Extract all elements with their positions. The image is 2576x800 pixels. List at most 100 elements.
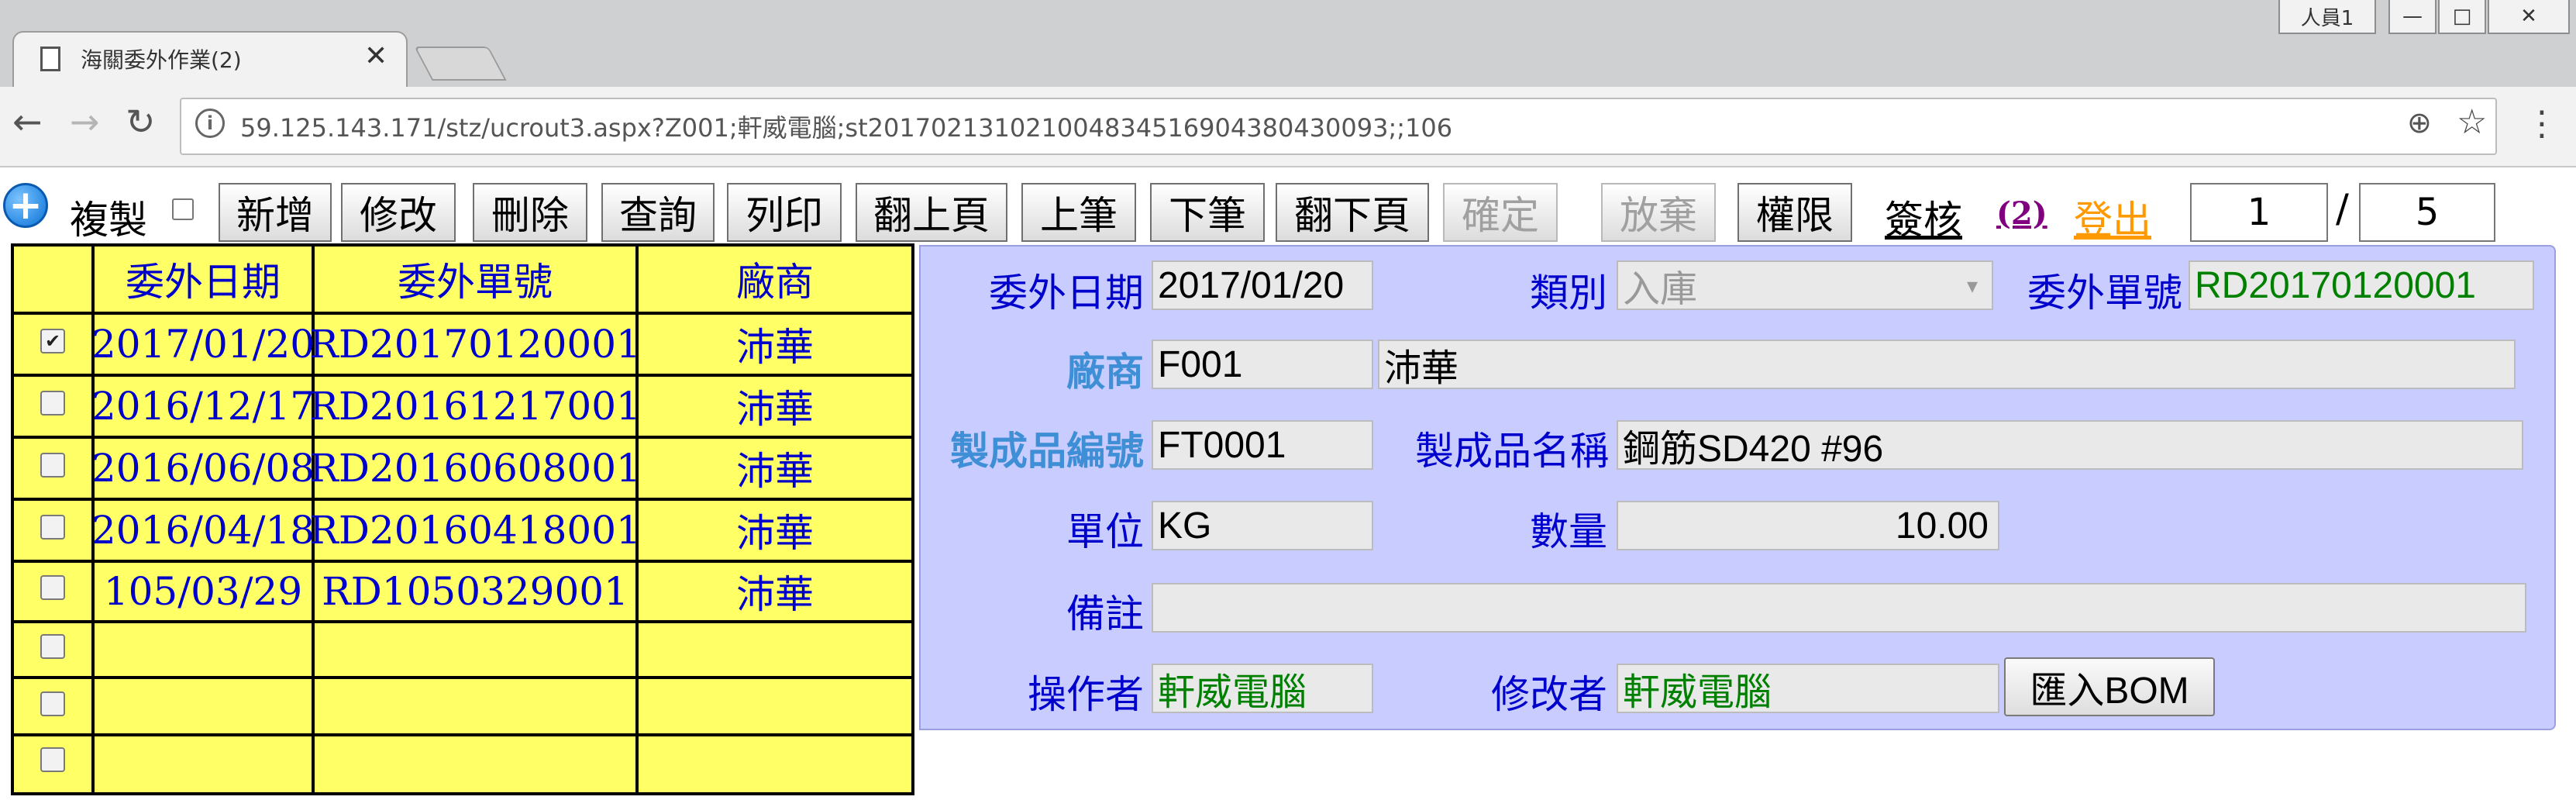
row-checkbox[interactable]	[40, 391, 65, 416]
row-checkbox[interactable]	[40, 453, 65, 478]
row-date[interactable]	[95, 679, 312, 733]
row-number[interactable]	[315, 736, 635, 792]
header-number[interactable]: 委外單號	[315, 247, 635, 312]
bookmark-star-icon[interactable]: ☆	[2457, 102, 2487, 142]
vendor-name-field[interactable]: 沛華	[1378, 340, 2516, 389]
row-vendor[interactable]: 沛華	[639, 501, 911, 560]
product-name-label: 製成品名稱	[1415, 429, 1609, 474]
date-label: 委外日期	[989, 271, 1144, 316]
minimize-button[interactable]: —	[2388, 0, 2437, 34]
type-label: 類別	[1530, 271, 1607, 316]
current-page-input[interactable]: 1	[2190, 183, 2328, 242]
detail-form-panel	[919, 245, 2556, 730]
tab-close-icon[interactable]: ✕	[364, 40, 387, 72]
print-button[interactable]: 列印	[727, 183, 842, 242]
page-down-button[interactable]: 翻下頁	[1276, 183, 1429, 242]
user-profile-button[interactable]: 人員1	[2278, 0, 2376, 34]
discard-button[interactable]: 放棄	[1601, 183, 1716, 242]
logout-link[interactable]: 登出	[2074, 189, 2151, 245]
row-number[interactable]	[315, 623, 635, 676]
url-text: 59.125.143.171/stz/ucrout3.aspx?Z001;軒威電…	[240, 113, 1453, 143]
delete-button[interactable]: 刪除	[473, 183, 587, 242]
product-no-label: 製成品編號	[950, 428, 1144, 474]
qty-field[interactable]: 10.00	[1617, 501, 1999, 550]
vendor-code-field[interactable]: F001	[1152, 340, 1373, 389]
page-up-button[interactable]: 翻上頁	[856, 183, 1007, 242]
review-count-link[interactable]: (2)	[1996, 195, 2047, 232]
row-checkbox[interactable]	[40, 747, 65, 772]
next-record-button[interactable]: 下筆	[1150, 183, 1265, 242]
row-check-mark	[40, 515, 65, 540]
row-number[interactable]	[315, 679, 635, 733]
site-info-icon[interactable]: i	[195, 109, 225, 138]
row-date[interactable]: 2016/06/08	[91, 439, 315, 498]
row-check-mark	[40, 391, 65, 416]
row-date[interactable]: 105/03/29	[95, 563, 312, 620]
row-vendor[interactable]: 沛華	[639, 377, 911, 436]
new-button[interactable]: 新增	[219, 183, 332, 242]
minimize-icon: —	[2402, 5, 2423, 28]
row-check-mark	[40, 453, 65, 478]
row-date[interactable]: 2016/12/17	[91, 377, 315, 436]
prev-record-button[interactable]: 上筆	[1021, 183, 1136, 242]
header-vendor[interactable]: 廠商	[639, 247, 911, 312]
user-profile-label: 人員1	[2300, 6, 2354, 30]
row-date[interactable]: 2016/04/18	[91, 501, 315, 560]
row-vendor[interactable]: 沛華	[639, 563, 911, 620]
row-number[interactable]: RD20160418001	[309, 501, 641, 560]
row-checkbox[interactable]	[40, 575, 65, 600]
row-number[interactable]: RD1050329001	[315, 563, 635, 620]
row-vendor[interactable]: 沛華	[639, 315, 911, 374]
row-number[interactable]: RD20160608001	[309, 439, 641, 498]
row-vendor[interactable]	[639, 736, 911, 792]
remark-label: 備註	[1066, 591, 1144, 636]
close-icon: ✕	[2520, 5, 2537, 28]
header-date[interactable]: 委外日期	[95, 247, 312, 312]
vendor-label: 廠商	[1066, 349, 1144, 395]
row-vendor[interactable]	[639, 623, 911, 676]
row-date[interactable]	[95, 736, 312, 792]
number-label: 委外單號	[2027, 271, 2182, 316]
permission-button[interactable]: 權限	[1737, 183, 1852, 242]
row-checkbox[interactable]	[40, 515, 65, 540]
reload-icon[interactable]: ↻	[126, 101, 156, 143]
review-link[interactable]: 簽核	[1885, 189, 1962, 245]
product-no-field[interactable]: FT0001	[1152, 420, 1373, 470]
row-date[interactable]	[95, 623, 312, 676]
row-vendor[interactable]: 沛華	[639, 439, 911, 498]
row-number[interactable]: RD20161217001	[309, 377, 641, 436]
row-checkbox[interactable]	[40, 634, 65, 659]
date-field[interactable]: 2017/01/20	[1152, 260, 1373, 310]
edit-button[interactable]: 修改	[341, 183, 456, 242]
unit-field[interactable]: KG	[1152, 501, 1373, 550]
row-checkbox[interactable]	[40, 691, 65, 716]
number-field[interactable]: RD20170120001	[2189, 260, 2534, 310]
operator-label: 操作者	[1028, 672, 1144, 717]
remark-field[interactable]	[1152, 583, 2526, 633]
row-vendor[interactable]	[639, 679, 911, 733]
copy-checkbox[interactable]	[172, 198, 194, 220]
zoom-icon[interactable]: ⊕	[2407, 105, 2432, 140]
row-number[interactable]: RD20170120001	[309, 315, 641, 374]
add-circle-icon[interactable]: +	[3, 183, 48, 228]
product-name-field[interactable]: 鋼筋SD420 #96	[1617, 420, 2523, 470]
chevron-down-icon: ▾	[1966, 273, 1978, 298]
row-check-mark	[40, 691, 65, 716]
row-date[interactable]: 2017/01/20	[91, 315, 315, 374]
forward-arrow-icon[interactable]: →	[70, 101, 100, 143]
back-arrow-icon[interactable]: ←	[12, 101, 43, 143]
modifier-field[interactable]: 軒威電腦	[1617, 664, 1999, 713]
row-check-mark: ✔	[40, 329, 65, 353]
import-bom-button[interactable]: 匯入BOM	[2004, 657, 2215, 716]
operator-field[interactable]: 軒威電腦	[1152, 664, 1373, 713]
window-close-button[interactable]: ✕	[2488, 0, 2570, 34]
maximize-button[interactable]: □	[2438, 0, 2486, 34]
document-icon	[40, 47, 60, 71]
query-button[interactable]: 查詢	[601, 183, 715, 242]
type-select[interactable]: 入庫 ▾	[1617, 260, 1993, 310]
browser-menu-icon[interactable]: ⋮	[2525, 104, 2559, 143]
row-check-mark	[40, 747, 65, 772]
modifier-label: 修改者	[1491, 672, 1607, 717]
confirm-button[interactable]: 確定	[1443, 183, 1558, 242]
row-checkbox[interactable]: ✔	[40, 329, 65, 353]
